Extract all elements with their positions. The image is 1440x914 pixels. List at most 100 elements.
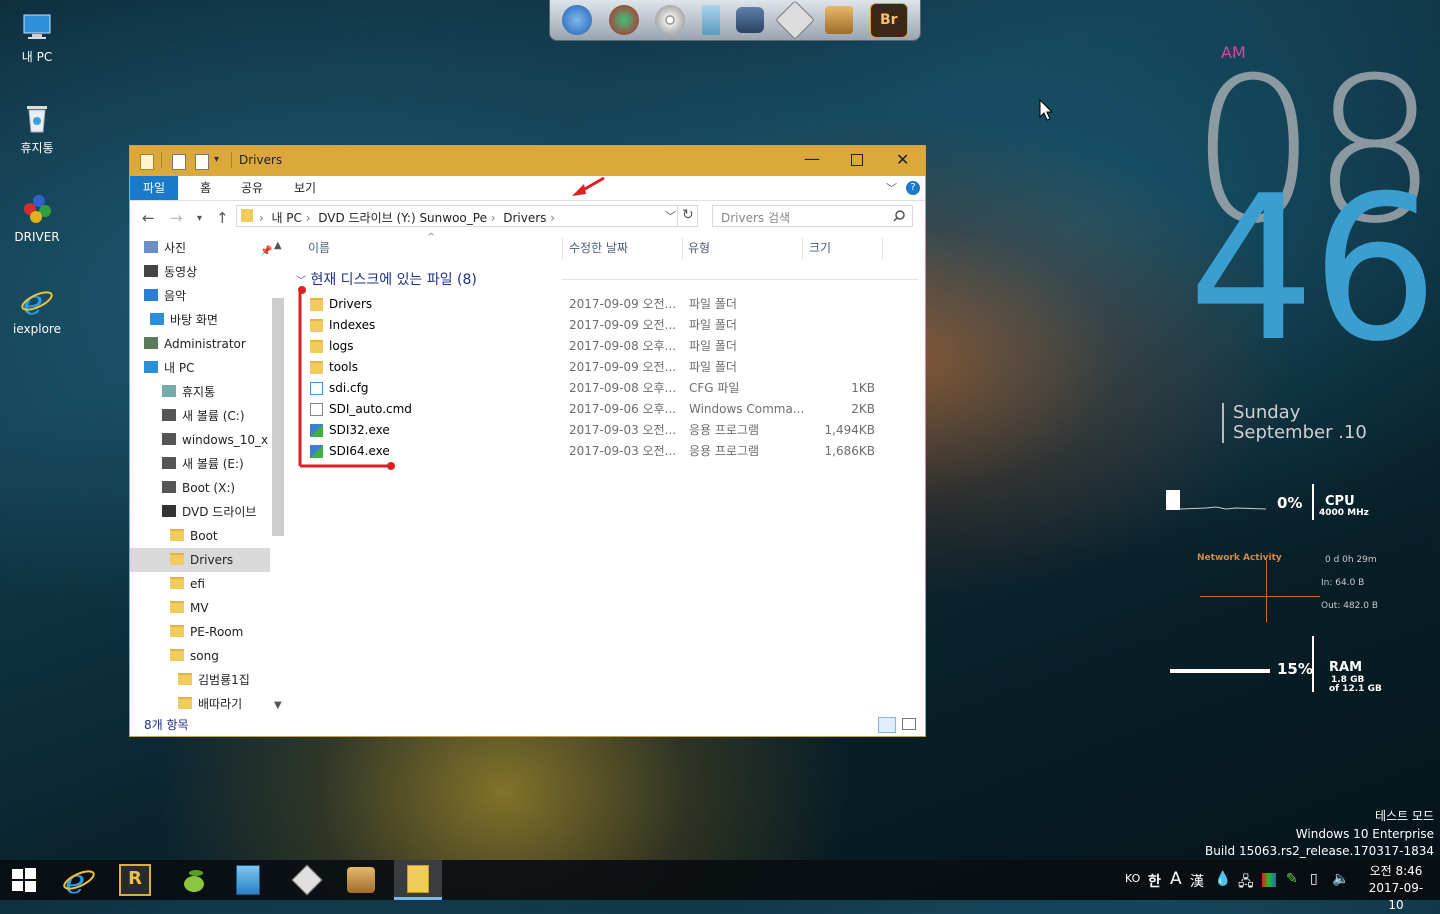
taskbar: e R KO 한 A 漢 💧 🖧 ✎ ▯ 🔈 오전 8:46 2017-09-1…: [0, 860, 1440, 912]
divider: [161, 152, 162, 168]
nav-item[interactable]: 내 PC: [144, 356, 194, 380]
tab-share[interactable]: 공유: [228, 176, 276, 200]
nav-item[interactable]: song: [170, 644, 219, 668]
search-icon[interactable]: [893, 210, 905, 222]
column-header-size[interactable]: 크기: [809, 236, 831, 260]
pin-icon[interactable]: 📌: [260, 246, 272, 257]
column-header-name[interactable]: 이름: [308, 236, 330, 260]
nav-item[interactable]: 동영상: [144, 260, 197, 284]
up-arrow-icon[interactable]: ↑: [216, 209, 229, 227]
ime-font[interactable]: A: [1170, 869, 1182, 889]
qat-dropdown-icon[interactable]: ▾: [214, 154, 219, 165]
videos-icon: [144, 265, 158, 277]
nav-item[interactable]: 사진: [144, 236, 186, 260]
nav-item[interactable]: windows_10_x: [162, 428, 268, 452]
drive-icon: [162, 409, 176, 421]
address-dropdown-icon[interactable]: ﹀: [665, 208, 676, 224]
card-taskbar-icon[interactable]: [283, 860, 331, 900]
properties-icon[interactable]: [172, 154, 186, 170]
nav-item[interactable]: PE-Room: [170, 620, 243, 644]
leaf-app-icon[interactable]: [170, 860, 218, 900]
details-view-icon[interactable]: [878, 717, 896, 733]
notepad-icon[interactable]: [224, 860, 272, 900]
network-tray-icon[interactable]: 🖧: [1238, 871, 1254, 895]
clock-day: September .10: [1233, 422, 1367, 443]
close-button[interactable]: ✕: [896, 150, 909, 169]
app-2-icon[interactable]: [608, 5, 639, 35]
breadcrumb-item[interactable]: 내 PC: [271, 211, 301, 225]
mouse-cursor-icon: [1039, 98, 1054, 124]
desktop-icon-my-pc[interactable]: 내 PC: [8, 10, 66, 65]
annotation-bracket-icon: [298, 286, 395, 470]
card-icon[interactable]: [774, 0, 815, 40]
monitor-icon[interactable]: [736, 7, 765, 33]
installer-taskbar-icon[interactable]: [337, 860, 385, 900]
recent-dropdown-icon[interactable]: ▾: [197, 213, 202, 224]
help-icon[interactable]: ?: [906, 181, 920, 195]
explorer-taskbar-icon[interactable]: [394, 860, 442, 900]
nav-item[interactable]: efi: [170, 572, 205, 596]
tab-view[interactable]: 보기: [281, 176, 329, 200]
nav-item[interactable]: Boot: [170, 524, 218, 548]
minimize-button[interactable]: —: [804, 149, 820, 168]
nav-scrollbar[interactable]: ▲ ▼: [270, 236, 287, 714]
maximize-button[interactable]: [851, 154, 863, 166]
scroll-down-icon[interactable]: ▼: [274, 700, 282, 711]
usb-icon[interactable]: ▯: [1310, 871, 1318, 887]
tray-clock[interactable]: 오전 8:46 2017-09-10: [1362, 863, 1430, 914]
column-divider: [802, 238, 803, 260]
desktop-icon-driver[interactable]: DRIVER: [8, 192, 66, 244]
nav-item-label: 음악: [164, 289, 187, 303]
column-header-date[interactable]: 수정한 날짜: [569, 236, 628, 260]
nav-item[interactable]: MV: [170, 596, 209, 620]
large-icons-view-icon[interactable]: [902, 718, 916, 730]
forward-arrow-icon[interactable]: →: [170, 209, 183, 227]
ime-hangul[interactable]: 한: [1148, 871, 1161, 891]
drive-icon: [162, 433, 176, 445]
refresh-icon[interactable]: ↻: [682, 207, 694, 223]
nav-item[interactable]: Administrator: [144, 332, 246, 356]
r-app-icon[interactable]: R: [111, 860, 159, 900]
nav-item[interactable]: Boot (X:): [162, 476, 235, 500]
nav-item[interactable]: 배따라기: [178, 692, 242, 714]
nav-item[interactable]: 바탕 화면: [150, 308, 218, 332]
column-header-type[interactable]: 유형: [688, 236, 710, 260]
breadcrumb-item[interactable]: DVD 드라이브 (Y:) Sunwoo_Pe: [318, 211, 487, 225]
tab-file[interactable]: 파일: [130, 176, 179, 200]
tab-home[interactable]: 홈: [187, 176, 224, 200]
drop-icon[interactable]: 💧: [1214, 871, 1231, 887]
ram-total: of 12.1 GB: [1329, 684, 1382, 694]
volume-icon[interactable]: 🔈: [1332, 871, 1349, 887]
language-indicator[interactable]: KO: [1125, 872, 1140, 885]
ie-taskbar-icon[interactable]: e: [55, 860, 103, 900]
scroll-thumb[interactable]: [272, 298, 284, 536]
drive-icon[interactable]: [701, 5, 720, 35]
new-folder-icon[interactable]: [195, 154, 209, 170]
nav-item[interactable]: 음악: [144, 284, 186, 308]
nav-item[interactable]: Drivers: [130, 548, 270, 572]
color-app-icon[interactable]: [1262, 873, 1276, 887]
search-input[interactable]: Drivers 검색: [712, 205, 913, 227]
bridge-icon[interactable]: Br: [869, 2, 908, 38]
ribbon-expand-icon[interactable]: ﹀: [886, 180, 897, 196]
desktop-icon-iexplore[interactable]: e iexplore: [8, 284, 66, 336]
back-arrow-icon[interactable]: ←: [142, 209, 155, 227]
nav-item[interactable]: 휴지통: [162, 380, 215, 404]
cpu-divider: [1312, 484, 1314, 520]
breadcrumb-item[interactable]: Drivers: [503, 211, 546, 225]
nav-item[interactable]: 새 볼륨 (E:): [162, 452, 244, 476]
disc-icon[interactable]: [655, 5, 686, 35]
file-type: 파일 폴더: [689, 297, 737, 311]
scroll-up-icon[interactable]: ▲: [274, 240, 282, 251]
desktop-icon-recycle-bin[interactable]: 휴지통: [8, 101, 66, 156]
pen-icon[interactable]: ✎: [1286, 871, 1298, 887]
address-bar[interactable]: › 내 PC › DVD 드라이브 (Y:) Sunwoo_Pe › Drive…: [236, 205, 698, 227]
installer-icon[interactable]: [825, 6, 854, 34]
app-1-icon[interactable]: [562, 5, 593, 35]
start-icon[interactable]: [0, 860, 48, 900]
nav-item[interactable]: DVD 드라이브: [162, 500, 256, 524]
network-out: Out: 482.0 B: [1321, 601, 1379, 611]
nav-item[interactable]: 김범룡1집: [178, 668, 250, 692]
ime-hanja[interactable]: 漢: [1190, 871, 1204, 891]
nav-item[interactable]: 새 볼륨 (C:): [162, 404, 245, 428]
